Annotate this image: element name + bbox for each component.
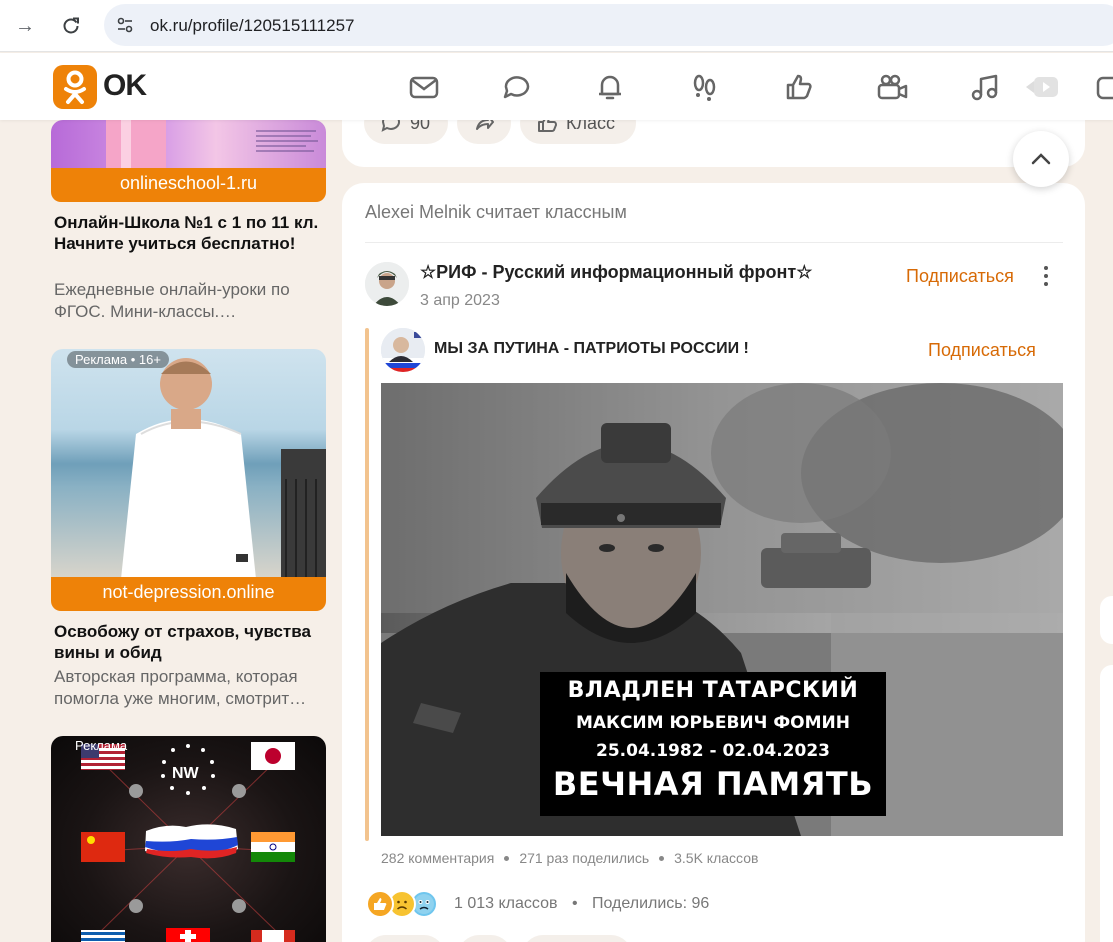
repost-group-name[interactable]: МЫ ЗА ПУТИНА - ПАТРИОТЫ РОССИИ ! <box>434 340 749 358</box>
like-reaction-icon <box>366 890 394 918</box>
discussions-icon[interactable] <box>500 70 534 104</box>
music-icon[interactable] <box>968 70 1002 104</box>
scroll-to-top-button[interactable] <box>1013 131 1069 187</box>
liked-by-text[interactable]: Alexei Melnik считает классным <box>365 202 627 223</box>
ad-domain-link[interactable]: not-depression.online <box>51 577 326 611</box>
caption-line-3: 25.04.1982 - 02.04.2023 <box>596 741 830 761</box>
site-info-icon[interactable] <box>114 14 136 36</box>
side-panel-edge <box>1100 665 1113 942</box>
photo-caption: ВЛАДЛЕН ТАТАРСКИЙ МАКСИМ ЮРЬЕВИЧ ФОМИН 2… <box>540 672 886 816</box>
repost-stats: 282 комментария 271 раз поделились 3.5K … <box>381 850 758 866</box>
repost-indicator <box>365 328 369 841</box>
games-icon[interactable] <box>1094 70 1113 104</box>
ad-title[interactable]: Освобожу от страхов, чувства вины и обид <box>54 621 324 663</box>
url-text[interactable]: ok.ru/profile/120515111257 <box>150 16 354 36</box>
group-name-link[interactable]: ☆РИФ - Русский информационный фронт☆ <box>420 262 812 283</box>
ad-badge-text: NW <box>172 765 199 782</box>
stats-comments[interactable]: 282 комментария <box>381 850 494 866</box>
video-icon[interactable] <box>875 70 909 104</box>
divider <box>365 242 1063 243</box>
ad-domain-link[interactable]: onlineschool-1.ru <box>51 168 326 202</box>
post-date[interactable]: 3 апр 2023 <box>420 292 500 310</box>
more-options-icon[interactable] <box>1040 265 1052 287</box>
side-panel-edge <box>1100 596 1113 644</box>
address-bar[interactable]: ok.ru/profile/120515111257 <box>104 4 1113 46</box>
ad-description[interactable]: Ежедневные онлайн-уроки по ФГОС. Мини-кл… <box>54 279 324 323</box>
reload-icon[interactable] <box>56 11 86 41</box>
site-header: OK <box>0 53 1113 120</box>
ok-logo-icon[interactable] <box>53 65 97 109</box>
stats-classes[interactable]: 3.5K классов <box>674 850 758 866</box>
forward-icon[interactable]: → <box>10 11 40 41</box>
post-photo[interactable]: ВЛАДЛЕН ТАТАРСКИЙ МАКСИМ ЮРЬЕВИЧ ФОМИН 2… <box>381 383 1063 836</box>
browser-toolbar: → ok.ru/profile/120515111257 <box>0 0 1113 52</box>
videochannel-icon[interactable] <box>1024 70 1058 104</box>
reactions-summary[interactable] <box>366 890 438 918</box>
classes-count[interactable]: 1 013 классов <box>454 895 557 912</box>
ad-image[interactable] <box>51 120 326 170</box>
notifications-icon[interactable] <box>593 70 627 104</box>
ad-image[interactable] <box>51 349 326 579</box>
repost-subscribe-button[interactable]: Подписаться <box>928 340 1036 361</box>
class-button[interactable] <box>522 935 632 942</box>
guests-icon[interactable] <box>688 70 722 104</box>
caption-line-1: ВЛАДЛЕН ТАТАРСКИЙ <box>567 678 859 703</box>
subscribe-button[interactable]: Подписаться <box>906 266 1014 287</box>
caption-line-4: ВЕЧНАЯ ПАМЯТЬ <box>552 765 874 803</box>
ad-description[interactable]: Авторская программа, которая помогла уже… <box>54 666 324 710</box>
ad-title[interactable]: Онлайн-Школа №1 с 1 по 11 кл. Начните уч… <box>54 212 324 254</box>
ok-wordmark[interactable]: OK <box>103 69 147 103</box>
ad-label: Реклама <box>75 738 128 753</box>
likes-icon[interactable] <box>782 70 816 104</box>
separator-dot <box>504 855 510 861</box>
mail-icon[interactable] <box>407 70 441 104</box>
separator-dot <box>659 855 665 861</box>
group-avatar[interactable] <box>365 262 409 306</box>
comments-button[interactable] <box>365 935 445 942</box>
reactions-text: 1 013 классов • Поделились: 96 <box>454 895 709 913</box>
ad-label: Реклама • 16+ <box>67 351 169 368</box>
chevron-up-icon <box>1031 153 1051 165</box>
stats-shares[interactable]: 271 раз поделились <box>519 850 649 866</box>
caption-line-2: МАКСИМ ЮРЬЕВИЧ ФОМИН <box>575 713 851 733</box>
separator: • <box>571 895 578 912</box>
shared-count[interactable]: Поделились: 96 <box>592 895 709 912</box>
repost-group-avatar[interactable] <box>381 328 425 372</box>
